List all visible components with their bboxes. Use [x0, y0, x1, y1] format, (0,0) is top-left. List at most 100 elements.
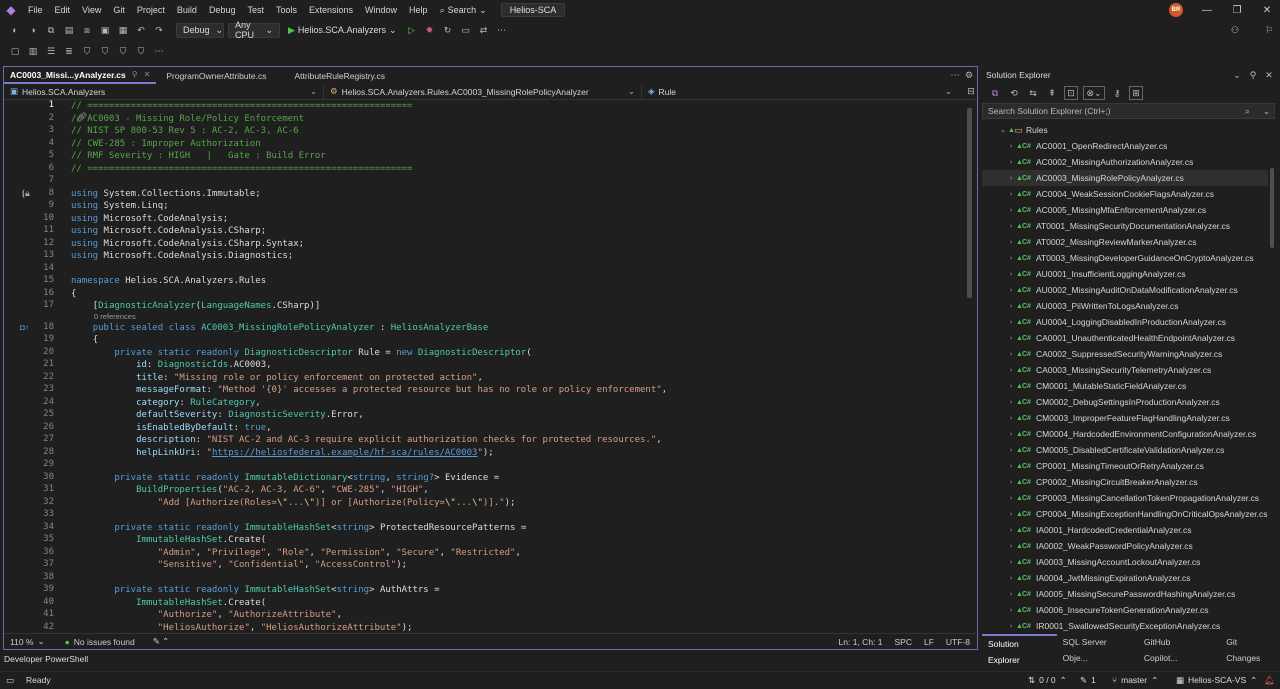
code-line[interactable]: public sealed class AC0003_MissingRolePo… [71, 322, 489, 334]
menu-git[interactable]: Git [107, 0, 131, 20]
codelens-references[interactable]: 0 references [94, 312, 136, 321]
properties-icon[interactable]: ⚷ [1110, 86, 1124, 100]
code-line[interactable]: private static readonly DiagnosticDescri… [71, 347, 531, 359]
code-line[interactable]: // CWE-285 : Improper Authorization [71, 138, 261, 150]
zoom-dropdown[interactable]: 110 % ⌄ [4, 634, 51, 650]
tree-file-item[interactable]: › ▲ C# AC0004_WeakSessionCookieFlagsAnalyze… [982, 186, 1268, 202]
developer-powershell-tab[interactable]: Developer PowerShell [0, 652, 100, 666]
more-icon[interactable]: ⋯ [495, 23, 509, 37]
menu-build[interactable]: Build [171, 0, 203, 20]
code-line[interactable]: helpLinkUri: "https://heliosfederal.exam… [71, 447, 494, 459]
menu-edit[interactable]: Edit [49, 0, 77, 20]
filter-icon[interactable]: ⊗⌄ [1083, 86, 1105, 100]
line-ending-indicator[interactable]: LF [918, 634, 940, 650]
scrollbar-thumb[interactable] [967, 108, 972, 298]
code-line[interactable]: category: RuleCategory, [71, 397, 261, 409]
tree-file-item[interactable]: › ▲ C# CP0004_MissingExceptionHandlingOnCri… [982, 506, 1268, 522]
tree-file-item[interactable]: › ▲ C# AT0002_MissingReviewMarkerAnalyzer.c… [982, 234, 1268, 250]
menu-test[interactable]: Test [241, 0, 270, 20]
code-line[interactable]: private static readonly ImmutableHashSet… [71, 522, 526, 534]
chevron-right-icon[interactable]: › [1006, 415, 1016, 422]
menu-help[interactable]: Help [403, 0, 434, 20]
chevron-right-icon[interactable]: › [1006, 319, 1016, 326]
tree-file-item[interactable]: › ▲ C# CP0003_MissingCancellationTokenPropa… [982, 490, 1268, 506]
preview-icon[interactable]: ⊞ [1129, 86, 1143, 100]
chevron-right-icon[interactable]: › [1006, 447, 1016, 454]
code-line[interactable]: private static readonly ImmutableHashSet… [71, 584, 439, 596]
redo-icon[interactable]: ↷ [152, 23, 166, 37]
tree-file-item[interactable]: › ▲ C# AC0003_MissingRolePolicyAnalyzer.cs [982, 170, 1268, 186]
tab-git-changes[interactable]: Git Changes [1220, 634, 1278, 663]
chevron-right-icon[interactable]: › [1006, 175, 1016, 182]
split-editor-icon[interactable]: ⊟ [964, 85, 978, 99]
tab-ac0003[interactable]: AC0003_Missi...yAnalyzer.cs ⚲ ✕ [4, 67, 157, 84]
chevron-right-icon[interactable]: › [1006, 367, 1016, 374]
encoding-indicator[interactable]: UTF-8 [940, 634, 976, 650]
tab-sql-server[interactable]: SQL Server Obje... [1057, 634, 1138, 663]
code-line[interactable]: using Microsoft.CodeAnalysis; [71, 213, 228, 225]
feedback-icon[interactable]: ⚐ [1262, 23, 1276, 37]
chevron-right-icon[interactable]: › [1006, 399, 1016, 406]
tab-overflow-icon[interactable]: ⋯ [948, 69, 962, 83]
live-share-icon[interactable]: ⚇ [1228, 23, 1242, 37]
start-debugging-button[interactable]: ▶ Helios.SCA.Analyzers ⌄ [284, 25, 401, 36]
code-line[interactable]: [DiagnosticAnalyzer(LanguageNames.CSharp… [71, 300, 321, 312]
chevron-right-icon[interactable]: › [1006, 287, 1016, 294]
sync-icon[interactable]: ⇄ [477, 23, 491, 37]
chevron-down-icon[interactable]: ⌄ [998, 126, 1008, 134]
gear-icon[interactable]: ⚙ [962, 69, 976, 83]
tree-file-item[interactable]: › ▲ C# CP0001_MissingTimeoutOrRetryAnalyzer… [982, 458, 1268, 474]
chevron-right-icon[interactable]: › [1006, 143, 1016, 150]
repo-selector[interactable]: ▦ Helios-SCA-VS ⌃ [1176, 672, 1257, 689]
tree-file-item[interactable]: › ▲ C# AC0005_MissingMfaEnforcementAnalyzer… [982, 202, 1268, 218]
tree-file-item[interactable]: › ▲ C# CM0002_DebugSettingsInProductionAnal… [982, 394, 1268, 410]
close-icon[interactable]: ✕ [144, 70, 151, 79]
restore-icon[interactable]: ❐ [1222, 0, 1252, 20]
code-line[interactable]: using Microsoft.CodeAnalysis.Diagnostics… [71, 250, 293, 262]
code-line[interactable]: using Microsoft.CodeAnalysis.CSharp.Synt… [71, 238, 304, 250]
tree-file-item[interactable]: › ▲ C# CA0002_SuppressedSecurityWarningAnal… [982, 346, 1268, 362]
code-editor[interactable]: // =====================================… [66, 100, 966, 632]
code-line[interactable]: title: "Missing role or policy enforceme… [71, 372, 483, 384]
code-line[interactable]: id: DiagnosticIds.AC0003, [71, 359, 272, 371]
parameter-info-icon[interactable]: ▥ [26, 44, 40, 58]
chevron-right-icon[interactable]: › [1006, 335, 1016, 342]
chevron-right-icon[interactable]: › [1006, 543, 1016, 550]
tree-file-item[interactable]: › ▲ C# CM0004_HardcodedEnvironmentConfigura… [982, 426, 1268, 442]
chevron-right-icon[interactable]: › [1006, 431, 1016, 438]
minimize-icon[interactable]: — [1192, 0, 1222, 20]
tree-file-item[interactable]: › ▲ C# AC0001_OpenRedirectAnalyzer.cs [982, 138, 1268, 154]
close-window-icon[interactable]: ✕ [1252, 0, 1280, 20]
code-line[interactable]: // RMF Severity : HIGH | Gate : Build Er… [71, 150, 326, 162]
code-line[interactable]: { [71, 334, 98, 346]
tree-file-item[interactable]: › ▲ C# CA0001_UnauthenticatedHealthEndpoint… [982, 330, 1268, 346]
more-icon[interactable]: ⋯ [152, 44, 166, 58]
code-line[interactable]: { [71, 288, 76, 300]
chevron-right-icon[interactable]: › [1006, 479, 1016, 486]
home-icon[interactable]: ⧉ [988, 86, 1002, 100]
chevron-right-icon[interactable]: › [1006, 591, 1016, 598]
editor-vertical-scrollbar[interactable] [965, 100, 975, 632]
tree-scrollbar[interactable] [1270, 168, 1274, 248]
switch-views-icon[interactable]: ⟲ [1007, 86, 1021, 100]
code-line[interactable]: using System.Linq; [71, 200, 169, 212]
tree-file-item[interactable]: › ▲ C# IA0002_WeakPasswordPolicyAnalyzer.cs [982, 538, 1268, 554]
tree-file-item[interactable]: › ▲ C# CM0001_MutableStaticFieldAnalyzer.cs [982, 378, 1268, 394]
indent-icon[interactable]: ≣ [62, 44, 76, 58]
code-line[interactable]: BuildProperties("AC-2, AC-3, AC-6", "CWE… [71, 484, 429, 496]
pin-icon[interactable]: ⚲ [132, 70, 138, 79]
code-line[interactable]: namespace Helios.SCA.Analyzers.Rules [71, 275, 266, 287]
sync-status[interactable]: ⇅ 0 / 0 ⌃ [1028, 672, 1067, 689]
menu-view[interactable]: View [76, 0, 107, 20]
tree-file-item[interactable]: › ▲ C# AT0003_MissingDeveloperGuidanceOnCry… [982, 250, 1268, 266]
save-icon[interactable]: ▣ [98, 23, 112, 37]
chevron-right-icon[interactable]: › [1006, 575, 1016, 582]
collapse-all-icon[interactable]: ⇞ [1045, 86, 1059, 100]
tab-github-copilot[interactable]: GitHub Copilot... [1138, 634, 1210, 663]
chevron-right-icon[interactable]: › [1006, 207, 1016, 214]
code-line[interactable]: ImmutableHashSet.Create( [71, 534, 266, 546]
tree-file-item[interactable]: › ▲ C# AU0003_PiiWrittenToLogsAnalyzer.cs [982, 298, 1268, 314]
chevron-right-icon[interactable]: › [1006, 559, 1016, 566]
type-dropdown[interactable]: ⚙ Helios.SCA.Analyzers.Rules.AC0003_Miss… [324, 83, 642, 100]
code-line[interactable]: "Admin", "Privilege", "Role", "Permissio… [71, 547, 521, 559]
